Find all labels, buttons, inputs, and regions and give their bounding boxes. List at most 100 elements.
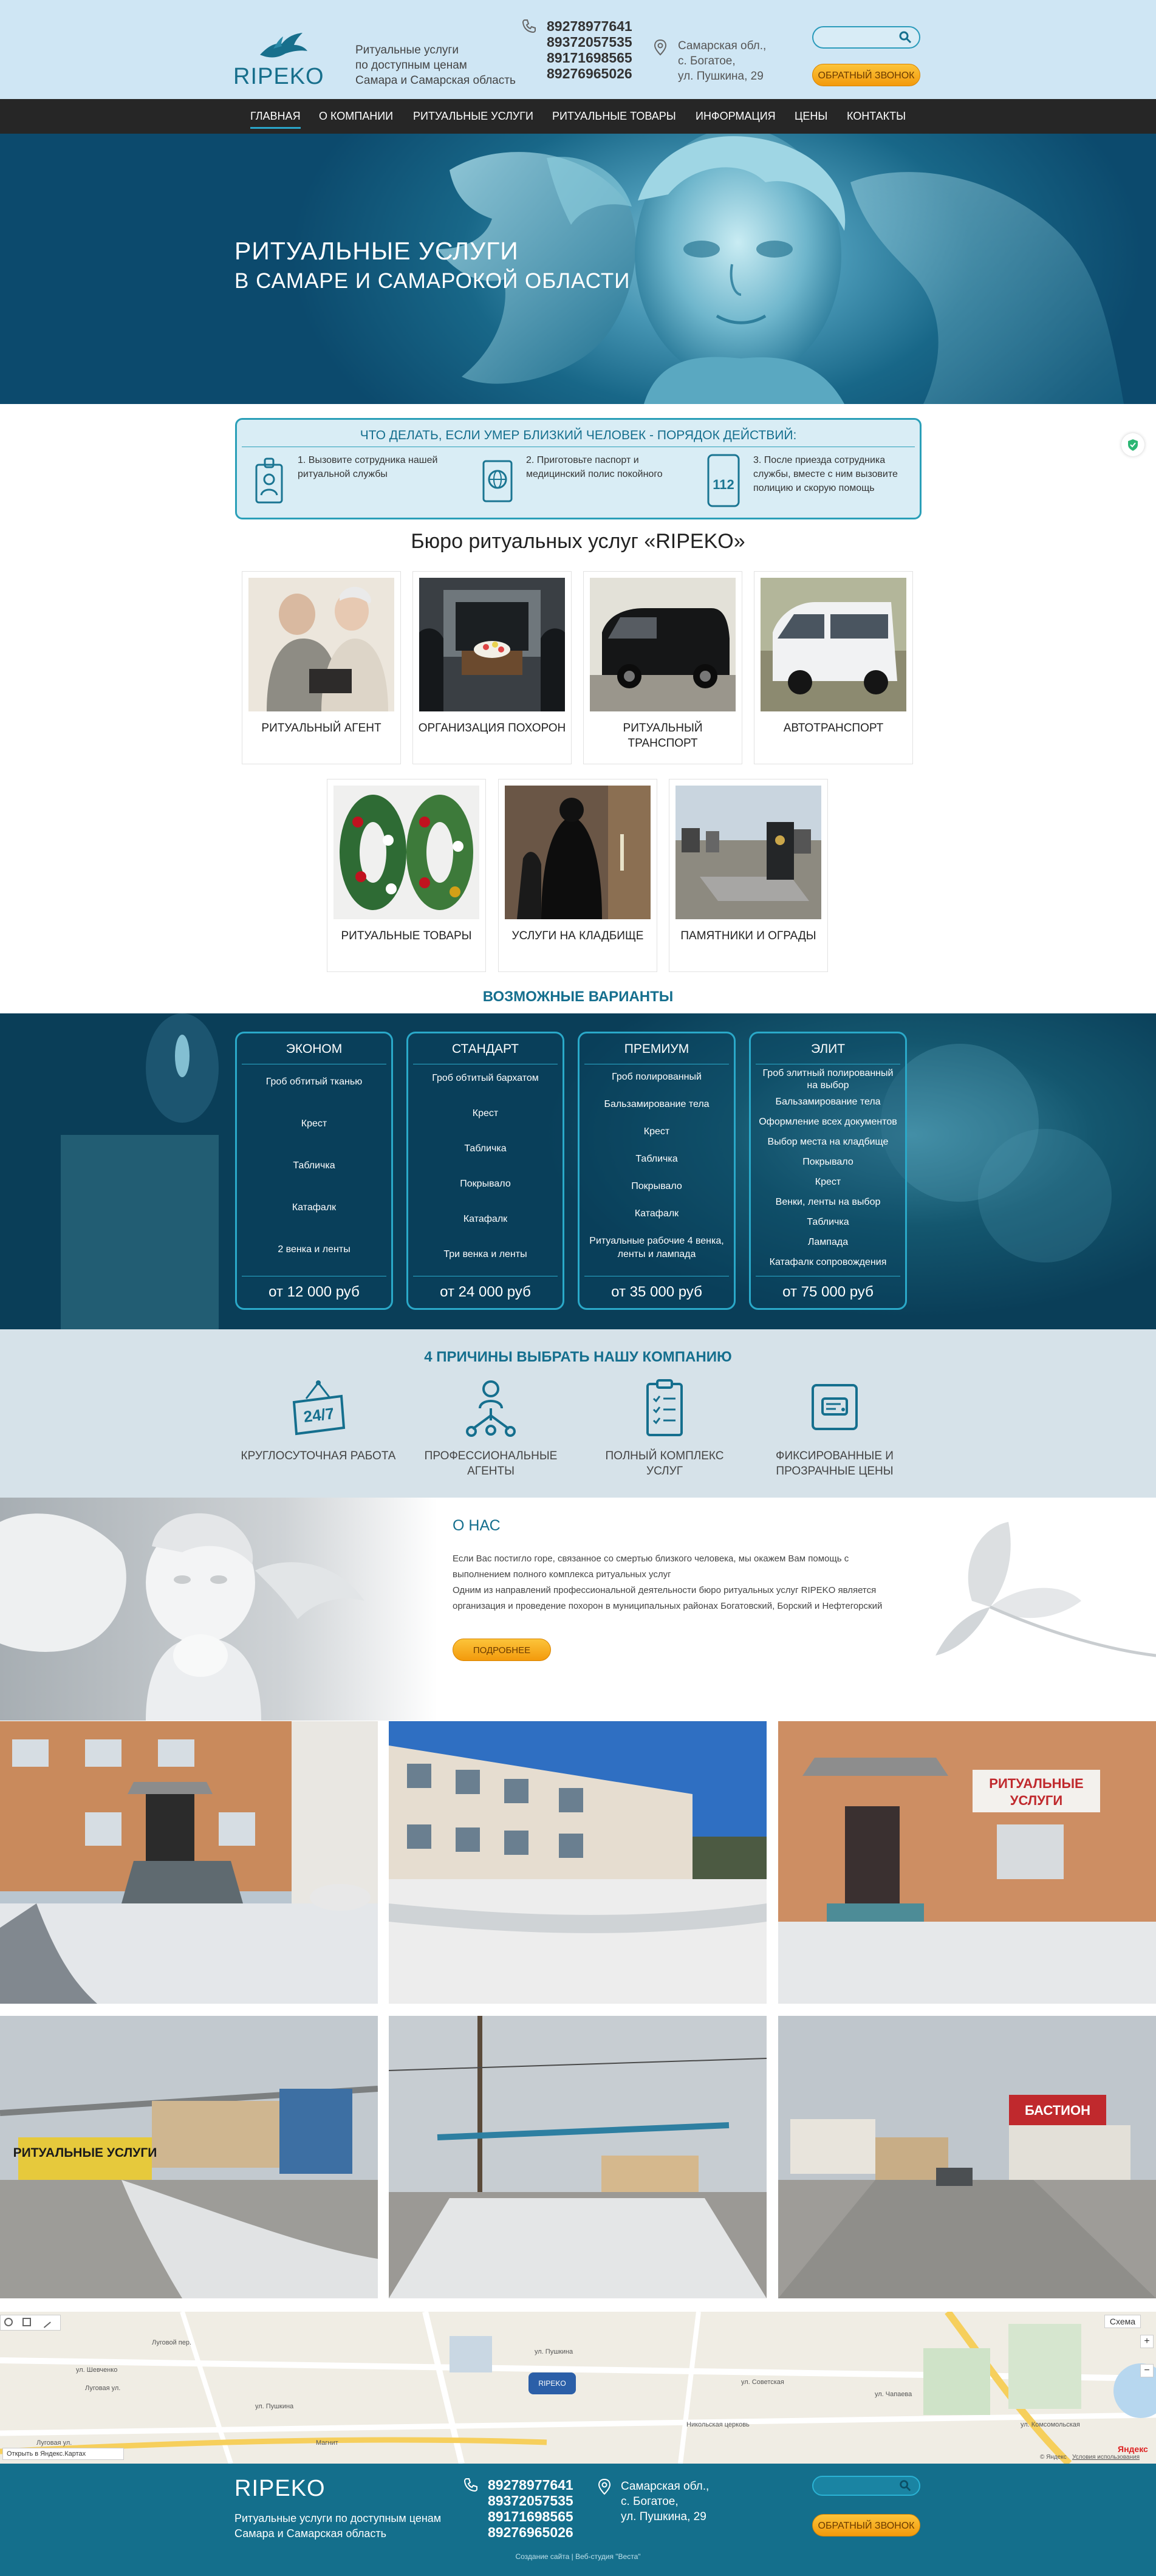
phone-number[interactable]: 89278977641: [547, 18, 632, 34]
footer-address: Самарская обл., с. Богатое, ул. Пушкина,…: [621, 2479, 709, 2524]
plan-card-standard[interactable]: СТАНДАРТ Гроб обтитый бархатом Крест Таб…: [406, 1032, 564, 1310]
plan-item: Выбор места на кладбище: [767, 1137, 889, 1147]
reason-line: ПРОЗРАЧНЫЕ ЦЕНЫ: [776, 1465, 894, 1478]
map-search-icon[interactable]: [4, 2318, 13, 2326]
tagline-line: Самара и Самарская область: [355, 74, 516, 87]
plan-item: Гроб полированный: [612, 1072, 702, 1082]
service-card-agent[interactable]: РИТУАЛЬНЫЙ АГЕНТ: [242, 571, 401, 764]
footer-tagline: Ритуальные услуги по доступным ценам Сам…: [234, 2511, 441, 2541]
gallery-photo[interactable]: БАСТИОН: [778, 2016, 1156, 2298]
label-line: ТРАНСПОРТ: [628, 737, 698, 750]
header-phones: 89278977641 89372057535 89171698565 8927…: [547, 18, 632, 81]
open-in-yandex-link[interactable]: Открыть в Яндекс.Картах: [2, 2448, 124, 2460]
nav-item-home[interactable]: ГЛАВНАЯ: [250, 99, 301, 134]
service-card-cemetery[interactable]: УСЛУГИ НА КЛАДБИЩЕ: [498, 779, 657, 972]
step-line: 1. Вызовите сотрудника нашей: [298, 455, 438, 465]
plan-item: Бальзамирование тела: [604, 1099, 710, 1109]
plan-card-elite[interactable]: ЭЛИТ Гроб элитный полированный на выбор …: [749, 1032, 907, 1310]
wreaths-photo: [333, 786, 479, 919]
service-card-autotransport[interactable]: АВТОТРАНСПОРТ: [754, 571, 913, 764]
plan-item: Крест: [643, 1126, 670, 1137]
plan-card-premium[interactable]: ПРЕМИУМ Гроб полированный Бальзамировани…: [578, 1032, 736, 1310]
footer-logo[interactable]: RIPEKO: [234, 2476, 326, 2502]
gallery-photo-art: [0, 1721, 378, 2004]
road-sign-text: РИТУАЛЬНЫЕ УСЛУГИ: [13, 2146, 157, 2160]
about-text: Если Вас постигло горе, связанное со сме…: [453, 1551, 951, 1614]
phone-number[interactable]: 89276965026: [547, 66, 632, 81]
dove-logo-icon: [260, 33, 307, 58]
nav-item-goods[interactable]: РИТУАЛЬНЫЕ ТОВАРЫ: [552, 99, 676, 134]
plan-item: Крест: [301, 1118, 327, 1129]
map-toolbar[interactable]: [0, 2315, 61, 2331]
gallery-photo[interactable]: [0, 1721, 378, 2004]
step-line: службы, вместе с ним вызовите: [753, 469, 898, 479]
emergency-number: 112: [713, 477, 734, 492]
footer-credit[interactable]: Создание сайта | Веб-студия "Веста": [0, 2552, 1156, 2561]
plan-item: на выбор: [807, 1080, 849, 1091]
zoom-out-button[interactable]: −: [1140, 2364, 1154, 2377]
phone-number[interactable]: 89278977641: [488, 2477, 573, 2493]
service-card-label: РИТУАЛЬНЫЙ ТРАНСПОРТ: [587, 721, 738, 751]
gallery-photo[interactable]: [389, 2016, 767, 2298]
map-street-label: Луговой пер.: [152, 2339, 192, 2346]
minibus-photo: [761, 578, 906, 711]
address-line: Самарская обл.,: [678, 39, 767, 52]
callback-button[interactable]: ОБРАТНЫЙ ЗВОНОК: [812, 64, 920, 86]
service-card-transport[interactable]: РИТУАЛЬНЫЙ ТРАНСПОРТ: [583, 571, 742, 764]
gallery-photo[interactable]: [389, 1721, 767, 2004]
location-pin-icon: [598, 2478, 611, 2495]
nav-item-prices[interactable]: ЦЕНЫ: [795, 99, 827, 134]
main-nav: ГЛАВНАЯ О КОМПАНИИ РИТУАЛЬНЫЕ УСЛУГИ РИТ…: [0, 99, 1156, 134]
map-poi-label: Магнит: [316, 2439, 338, 2447]
map-layers-icon[interactable]: [22, 2318, 31, 2326]
nav-item-info[interactable]: ИНФОРМАЦИЯ: [696, 99, 776, 134]
plan-item: Покрывало: [631, 1181, 682, 1191]
step-3-text: 3. После приезда сотрудника службы, вмес…: [753, 453, 908, 495]
phone-number[interactable]: 89372057535: [488, 2493, 573, 2509]
map-terms-link[interactable]: Условия использования: [1072, 2454, 1140, 2461]
tagline-line: Ритуальные услуги: [355, 44, 459, 57]
gallery-photo[interactable]: РИТУАЛЬНЫЕ УСЛУГИ: [0, 2016, 378, 2298]
monument-photo: [675, 786, 821, 919]
nav-item-contacts[interactable]: КОНТАКТЫ: [847, 99, 906, 134]
map-ruler-icon[interactable]: [39, 2316, 51, 2328]
service-card-goods[interactable]: РИТУАЛЬНЫЕ ТОВАРЫ: [327, 779, 486, 972]
gallery-photo-art: РИТУАЛЬНЫЕ УСЛУГИ: [0, 2016, 378, 2298]
phone-number[interactable]: 89171698565: [488, 2509, 573, 2524]
nav-item-about[interactable]: О КОМПАНИИ: [319, 99, 393, 134]
phone-number[interactable]: 89171698565: [547, 50, 632, 66]
plan-price: от 35 000 руб: [611, 1284, 702, 1300]
gallery-photo[interactable]: РИТУАЛЬНЫЕ УСЛУГИ: [778, 1721, 1156, 2004]
map-marker[interactable]: RIPEKO: [528, 2372, 576, 2394]
address-line: с. Богатое,: [621, 2495, 679, 2508]
map-copyright: © Яндекс: [1040, 2454, 1067, 2461]
map-type-button[interactable]: Схема: [1104, 2315, 1141, 2328]
about-line: Одним из направлений профессиональной де…: [453, 1585, 877, 1595]
service-card-label: РИТУАЛЬНЫЕ ТОВАРЫ: [331, 928, 482, 944]
service-card-label: ПАМЯТНИКИ И ОГРАДЫ: [673, 928, 824, 944]
location-map[interactable]: Схема + − RIPEKO ул. Шевченко Луговая ул…: [0, 2312, 1156, 2464]
search-icon[interactable]: [898, 2478, 912, 2493]
phone-number[interactable]: 89372057535: [547, 34, 632, 50]
phone-number[interactable]: 89276965026: [488, 2524, 573, 2540]
about-line: организация и проведение похорон в муниц…: [453, 1601, 883, 1611]
plan-item: Катафалк: [463, 1214, 508, 1224]
about-title: О НАС: [453, 1517, 501, 1534]
security-shield-icon[interactable]: [1121, 433, 1144, 456]
plan-item: Табличка: [635, 1154, 678, 1164]
search-icon[interactable]: [897, 29, 913, 45]
zoom-in-button[interactable]: +: [1140, 2335, 1154, 2348]
footer-callback-button[interactable]: ОБРАТНЫЙ ЗВОНОК: [812, 2514, 920, 2537]
funeral-photo-art: [419, 578, 565, 711]
plan-item: ленты и лампада: [617, 1249, 696, 1259]
more-button[interactable]: ПОДРОБНЕЕ: [453, 1639, 551, 1661]
clock-24-7-icon: 24/7: [292, 1380, 346, 1436]
service-card-funeral[interactable]: ОРГАНИЗАЦИЯ ПОХОРОН: [412, 571, 572, 764]
service-card-monuments[interactable]: ПАМЯТНИКИ И ОГРАДЫ: [669, 779, 828, 972]
site-logo[interactable]: RIPEKO: [233, 64, 324, 90]
agent-photo-art: [248, 578, 394, 711]
plan-card-economy[interactable]: ЭКОНОМ Гроб обтитый тканью Крест Табличк…: [235, 1032, 393, 1310]
label-line: ОРГАНИЗАЦИЯ ПОХОРОН: [418, 722, 566, 735]
cherub-statue-image: [0, 1498, 437, 1721]
nav-item-services[interactable]: РИТУАЛЬНЫЕ УСЛУГИ: [413, 99, 533, 134]
